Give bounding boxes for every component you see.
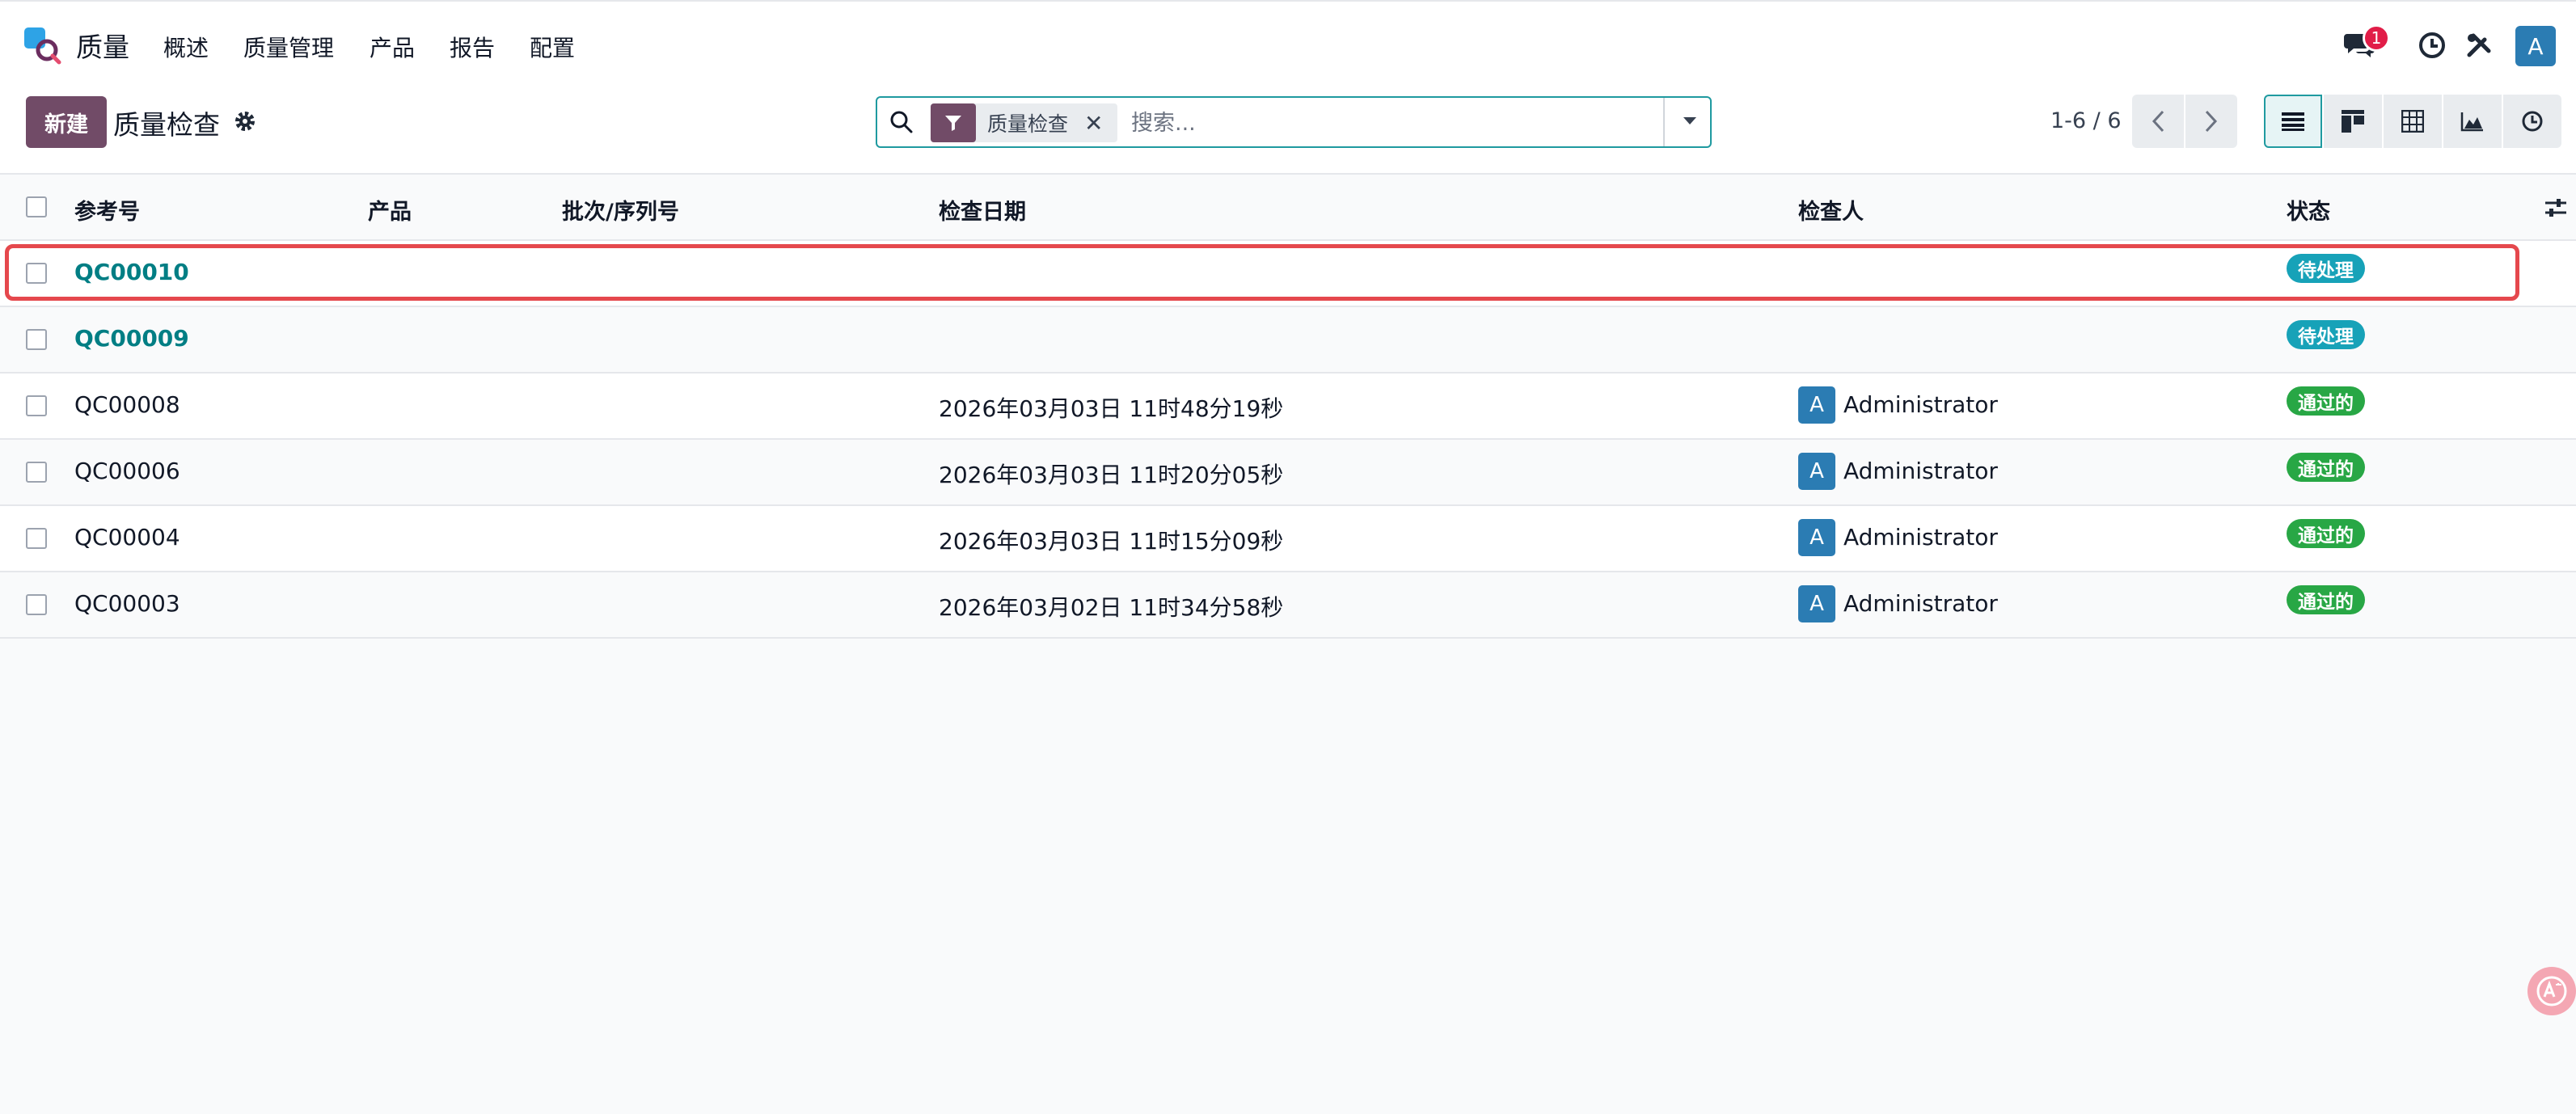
search-input[interactable] <box>1130 103 1650 142</box>
activity-clock-icon[interactable] <box>2416 29 2448 61</box>
pager-previous-button[interactable] <box>2132 95 2184 148</box>
page-title[interactable]: 质量检查 <box>113 103 220 142</box>
filter-icon <box>931 103 976 142</box>
search-options-chevron-down-icon[interactable] <box>1678 109 1702 133</box>
avatar: A <box>1798 453 1835 490</box>
column-header-inspector[interactable]: 检查人 <box>1798 194 1864 226</box>
table-row[interactable]: QC00003 2026年03月02日 11时34分58秒 A Administ… <box>0 572 2576 639</box>
inspection-date-cell: 2026年03月03日 11时15分09秒 <box>939 528 1284 555</box>
reference-cell[interactable]: QC00009 <box>74 325 189 352</box>
messages-count-badge: 1 <box>2363 24 2390 52</box>
app-name[interactable]: 质量 <box>76 26 129 65</box>
reference-cell[interactable]: QC00003 <box>74 590 180 617</box>
optional-columns-sliders-icon[interactable] <box>2544 196 2568 220</box>
column-header-date[interactable]: 检查日期 <box>939 194 1026 226</box>
reference-cell[interactable]: QC00004 <box>74 524 180 551</box>
kanban-view-icon <box>2342 110 2364 133</box>
table-row[interactable]: QC00010 待处理 <box>0 241 2576 307</box>
row-checkbox[interactable] <box>26 528 47 549</box>
status-badge: 待处理 <box>2287 320 2365 349</box>
activity-view-button[interactable] <box>2503 95 2561 148</box>
avatar: A <box>1798 519 1835 556</box>
menu-configuration[interactable]: 配置 <box>530 31 575 63</box>
list-header: 参考号 产品 批次/序列号 检查日期 检查人 状态 <box>0 175 2576 241</box>
inspector-cell: Administrator <box>1843 391 1998 418</box>
inspector-cell: Administrator <box>1843 458 1998 484</box>
row-checkbox[interactable] <box>26 329 47 350</box>
column-header-status[interactable]: 状态 <box>2287 194 2330 226</box>
top-navbar: 质量 概述 质量管理 产品 报告 配置 1 A <box>0 0 2576 89</box>
menu-overview[interactable]: 概述 <box>163 31 209 63</box>
pivot-table-icon <box>2401 110 2424 133</box>
new-button[interactable]: 新建 <box>26 96 107 148</box>
avatar: A <box>1798 386 1835 424</box>
chevron-left-icon <box>2152 110 2164 133</box>
row-checkbox[interactable] <box>26 395 47 416</box>
row-checkbox[interactable] <box>26 594 47 615</box>
status-badge: 通过的 <box>2287 453 2365 482</box>
list-view-icon <box>2282 112 2304 131</box>
status-badge: 通过的 <box>2287 386 2365 416</box>
menu-products[interactable]: 产品 <box>370 31 415 63</box>
kanban-view-button[interactable] <box>2324 95 2382 148</box>
area-chart-icon <box>2460 112 2483 132</box>
status-badge: 通过的 <box>2287 585 2365 614</box>
inspector-cell: Administrator <box>1843 524 1998 551</box>
status-badge: 待处理 <box>2287 254 2365 283</box>
graph-view-button[interactable] <box>2443 95 2502 148</box>
reference-cell[interactable]: QC00006 <box>74 458 180 484</box>
menu-reporting[interactable]: 报告 <box>450 31 495 63</box>
table-row[interactable]: QC00006 2026年03月03日 11时20分05秒 A Administ… <box>0 440 2576 506</box>
inspection-date-cell: 2026年03月02日 11时34分58秒 <box>939 594 1284 621</box>
translate-icon[interactable] <box>2527 967 2576 1015</box>
menu-quality-control[interactable]: 质量管理 <box>243 31 334 63</box>
table-row[interactable]: QC00009 待处理 <box>0 307 2576 373</box>
search-divider <box>1663 98 1665 146</box>
pager-next-button[interactable] <box>2185 95 2237 148</box>
quality-app-logo-icon[interactable] <box>23 26 61 65</box>
column-header-reference[interactable]: 参考号 <box>74 194 140 226</box>
inspector-cell: Administrator <box>1843 590 1998 617</box>
pivot-view-button[interactable] <box>2384 95 2442 148</box>
list-view-button[interactable] <box>2264 95 2322 148</box>
row-checkbox[interactable] <box>26 462 47 483</box>
clock-icon <box>2522 111 2543 132</box>
reference-cell[interactable]: QC00008 <box>74 391 180 418</box>
inspection-date-cell: 2026年03月03日 11时48分19秒 <box>939 395 1284 422</box>
column-header-product[interactable]: 产品 <box>368 194 412 226</box>
reference-cell[interactable]: QC00010 <box>74 259 189 285</box>
filter-facet[interactable]: 质量检查 ✕ <box>931 103 1118 142</box>
user-avatar[interactable]: A <box>2515 26 2556 66</box>
gear-icon[interactable] <box>233 109 257 133</box>
pager-value[interactable]: 1-6 / 6 <box>2050 108 2122 133</box>
search-icon[interactable] <box>889 109 914 135</box>
status-badge: 通过的 <box>2287 519 2365 548</box>
search-bar[interactable]: 质量检查 ✕ <box>876 96 1712 148</box>
inspection-date-cell: 2026年03月03日 11时20分05秒 <box>939 462 1284 488</box>
table-row[interactable]: QC00008 2026年03月03日 11时48分19秒 A Administ… <box>0 373 2576 440</box>
column-header-lot[interactable]: 批次/序列号 <box>562 194 679 226</box>
chevron-right-icon <box>2205 110 2218 133</box>
table-row[interactable]: QC00004 2026年03月03日 11时15分09秒 A Administ… <box>0 506 2576 572</box>
avatar: A <box>1798 585 1835 622</box>
debug-tools-icon[interactable] <box>2463 29 2495 61</box>
filter-facet-label: 质量检查 <box>987 112 1069 136</box>
select-all-checkbox[interactable] <box>26 196 47 217</box>
remove-facet-close-icon[interactable]: ✕ <box>1084 110 1117 137</box>
row-checkbox[interactable] <box>26 263 47 284</box>
